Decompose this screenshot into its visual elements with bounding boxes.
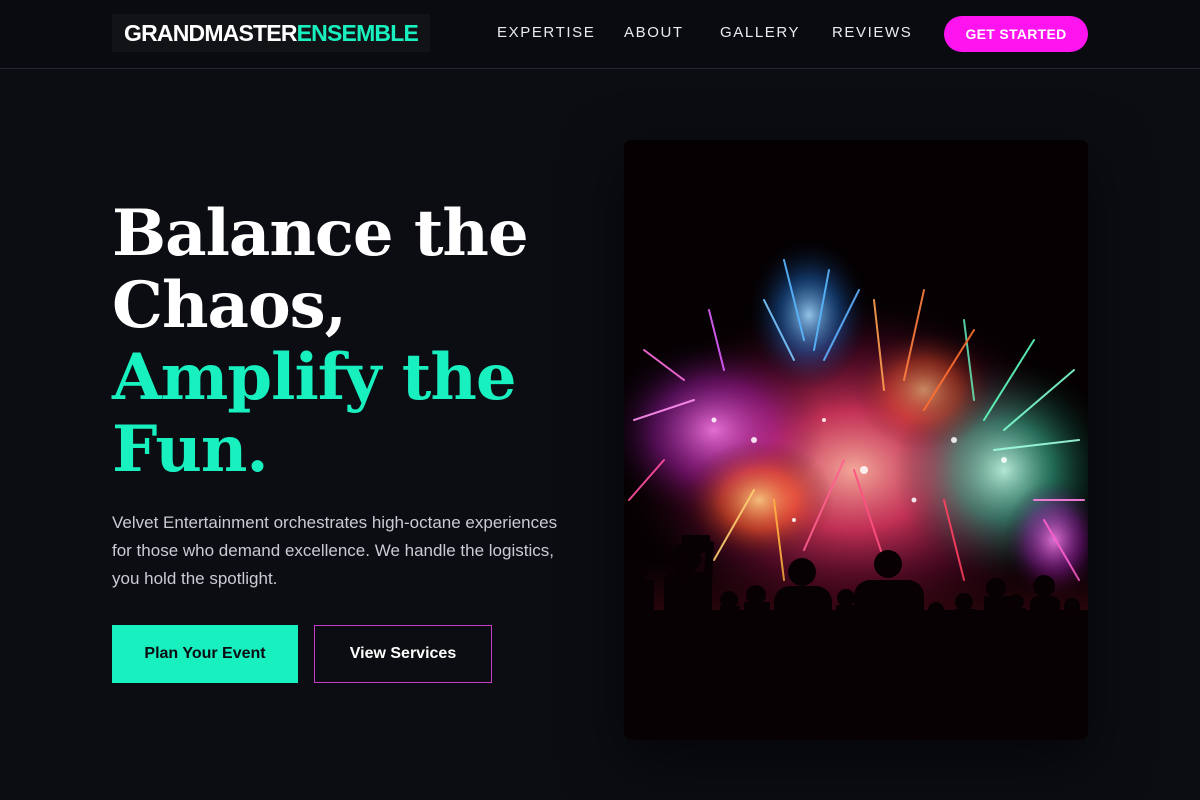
site-header: GRANDMASTER ENSEMBLE EXPERTISE ABOUT GALL… — [0, 0, 1200, 69]
view-services-button[interactable]: View Services — [314, 625, 492, 683]
headline-line-3: Amplify the — [112, 340, 517, 415]
get-started-button[interactable]: GET STARTED — [944, 16, 1088, 52]
hero-description: Velvet Entertainment orchestrates high-o… — [112, 513, 558, 588]
nav-link-expertise[interactable]: EXPERTISE — [497, 24, 595, 41]
logo-text-primary: GRANDMASTER — [124, 19, 297, 46]
headline-line-2: Chaos, — [112, 268, 347, 343]
headline-line-1: Balance the — [112, 196, 529, 271]
hero-headline: Balance the Chaos, Amplify the Fun. — [112, 198, 582, 486]
plan-event-button[interactable]: Plan Your Event — [112, 625, 298, 683]
fireworks-crowd-icon — [624, 140, 1088, 740]
headline-line-4: Fun. — [112, 412, 269, 487]
logo-text-accent: ENSEMBLE — [296, 19, 419, 46]
nav-link-gallery[interactable]: GALLERY — [720, 24, 800, 41]
nav-link-about[interactable]: ABOUT — [624, 24, 684, 41]
brand-logo[interactable]: GRANDMASTER ENSEMBLE — [112, 14, 431, 52]
fireworks-crowd-image — [624, 140, 1088, 740]
nav-link-reviews[interactable]: REVIEWS — [832, 24, 912, 41]
